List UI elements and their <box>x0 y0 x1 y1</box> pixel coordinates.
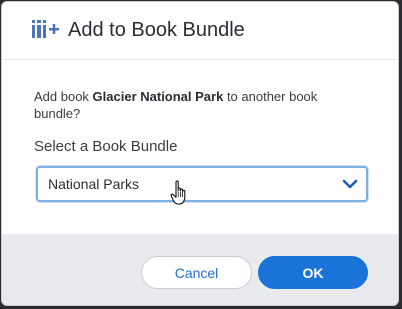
dialog-description: Add book Glacier National Park to anothe… <box>34 88 354 122</box>
dialog-body: Add book Glacier National Park to anothe… <box>2 60 398 234</box>
add-to-bundle-dialog: Add to Book Bundle Add book Glacier Nati… <box>1 1 399 306</box>
ok-button[interactable]: OK <box>258 256 368 289</box>
book-bundle-add-icon <box>32 20 60 40</box>
book-name: Glacier National Park <box>92 89 224 104</box>
chevron-down-icon <box>342 177 358 191</box>
cancel-button[interactable]: Cancel <box>141 256 252 289</box>
select-value: National Parks <box>48 176 140 192</box>
select-bundle-label: Select a Book Bundle <box>34 138 178 155</box>
dialog-title: Add to Book Bundle <box>68 19 245 41</box>
book-bundle-select[interactable]: National Parks <box>36 166 368 202</box>
description-prefix: Add book <box>34 89 93 104</box>
dialog-header: Add to Book Bundle <box>2 2 398 60</box>
dialog-footer: Cancel OK <box>2 234 398 305</box>
